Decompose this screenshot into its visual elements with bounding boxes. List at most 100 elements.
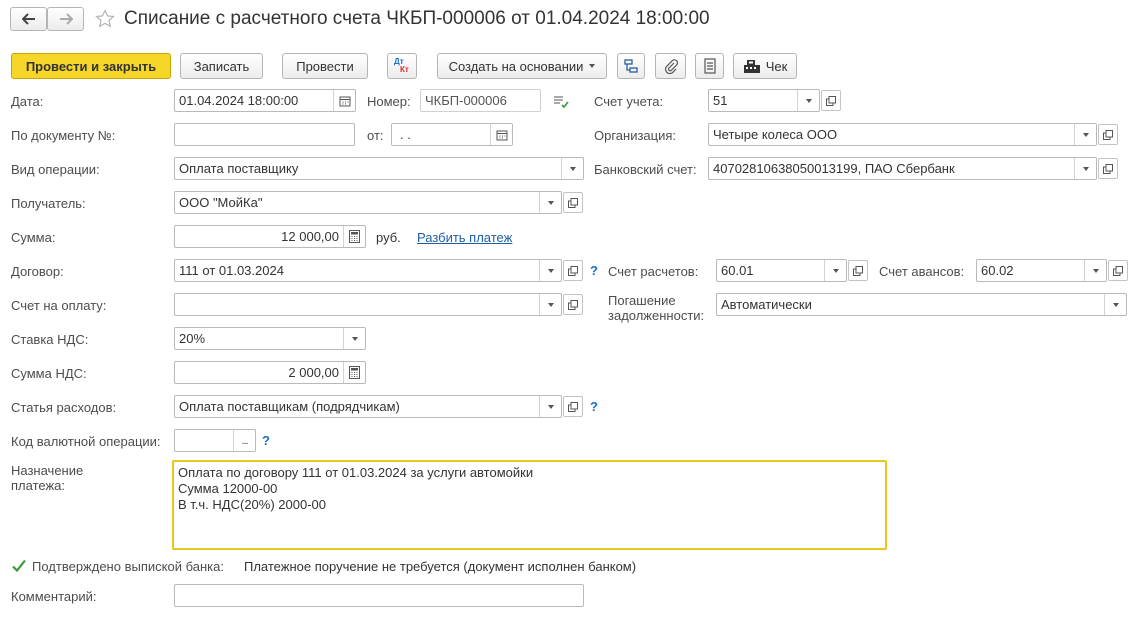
vat-amount-field[interactable]: 2 000,00 [174, 361, 366, 384]
debt-repayment-select[interactable]: Автоматически [716, 293, 1127, 316]
open-link-icon [1103, 129, 1113, 140]
chevron-down-icon[interactable] [1104, 294, 1126, 315]
bank-account-label: Банковский счет: [594, 162, 697, 177]
contract-help-icon[interactable]: ? [590, 263, 598, 278]
recipient-open-button[interactable] [563, 192, 583, 213]
save-button[interactable]: Записать [180, 53, 263, 79]
comment-input[interactable] [174, 584, 584, 607]
invoice-open-button[interactable] [563, 294, 583, 315]
split-payment-link[interactable]: Разбить платеж [417, 230, 512, 245]
report-button[interactable] [695, 53, 724, 79]
doc-date-from-label: от: [367, 128, 384, 143]
advance-account-field[interactable]: 60.02 [976, 259, 1107, 282]
chevron-down-icon[interactable] [1074, 158, 1096, 179]
invoice-label: Счет на оплату: [11, 298, 107, 313]
open-link-icon [826, 95, 836, 106]
vat-rate-select[interactable]: 20% [174, 327, 366, 350]
advance-account-label: Счет авансов: [879, 264, 965, 279]
settlement-account-open-button[interactable] [848, 260, 868, 281]
account-open-button[interactable] [821, 90, 841, 111]
checkmark-icon [12, 559, 26, 573]
calendar-icon[interactable] [490, 124, 512, 145]
expense-item-field[interactable]: Оплата поставщикам (подрядчикам) [174, 395, 562, 418]
invoice-field[interactable] [174, 293, 562, 316]
amount-label: Сумма: [11, 230, 56, 245]
chevron-down-icon[interactable] [539, 396, 561, 417]
chevron-down-icon[interactable] [824, 260, 846, 281]
account-field[interactable]: 51 [708, 89, 820, 112]
window-title: Списание с расчетного счета ЧКБП-000006 … [124, 8, 710, 29]
currency-op-code-label: Код валютной операции: [11, 434, 161, 449]
account-label: Счет учета: [594, 94, 664, 109]
payment-order-note: Платежное поручение не требуется (докуме… [244, 559, 637, 574]
bank-account-open-button[interactable] [1098, 158, 1118, 179]
receipt-button[interactable]: Чек [733, 53, 797, 79]
advance-account-open-button[interactable] [1108, 260, 1128, 281]
arrow-right-icon [59, 13, 73, 25]
payment-purpose-line: Оплата по договору 111 от 01.03.2024 за … [178, 465, 534, 480]
chevron-down-icon [589, 64, 596, 68]
chevron-down-icon[interactable] [539, 260, 561, 281]
chevron-down-icon[interactable] [561, 158, 583, 179]
contract-open-button[interactable] [563, 260, 583, 281]
chevron-down-icon[interactable] [1084, 260, 1106, 281]
organization-open-button[interactable] [1098, 124, 1118, 145]
attach-button[interactable] [655, 53, 686, 79]
currency-op-help-icon[interactable]: ? [262, 433, 270, 448]
doc-number-input[interactable] [174, 123, 355, 146]
create-based-on-button[interactable]: Создать на основании [437, 53, 607, 79]
hierarchy-icon [624, 59, 638, 73]
paperclip-icon [664, 59, 678, 74]
post-button[interactable]: Провести [282, 53, 368, 79]
expense-help-icon[interactable]: ? [590, 399, 598, 414]
settlement-account-field[interactable]: 60.01 [716, 259, 847, 282]
comment-label: Комментарий: [11, 589, 97, 604]
bank-account-field[interactable]: 40702810638050013199, ПАО Сбербанк [708, 157, 1097, 180]
payment-purpose-line: Сумма 12000-00 [178, 481, 278, 496]
calculator-icon[interactable] [343, 362, 365, 383]
amount-field[interactable]: 12 000,00 [174, 225, 366, 248]
back-button[interactable] [10, 7, 47, 31]
payment-purpose-textarea[interactable]: Оплата по договору 111 от 01.03.2024 за … [172, 460, 887, 550]
bank-confirmed-checkbox[interactable] [11, 558, 27, 574]
doc-number-label: По документу №: [11, 128, 116, 143]
expense-item-label: Статья расходов: [11, 400, 117, 415]
document-list-icon [703, 58, 716, 74]
currency-op-code-field[interactable]: ... [174, 429, 256, 452]
expense-item-open-button[interactable] [563, 396, 583, 417]
post-and-close-button[interactable]: Провести и закрыть [11, 53, 171, 79]
edit-number-icon[interactable] [553, 95, 569, 112]
number-field[interactable]: ЧКБП-000006 [420, 89, 541, 112]
doc-date-field[interactable]: . . [391, 123, 513, 146]
contract-label: Договор: [11, 264, 64, 279]
structure-button[interactable] [617, 53, 645, 79]
operation-type-select[interactable]: Оплата поставщику [174, 157, 584, 180]
arrow-left-icon [21, 13, 35, 25]
currency-label: руб. [376, 230, 401, 245]
calculator-icon[interactable] [343, 226, 365, 247]
calendar-icon[interactable] [333, 90, 355, 111]
debt-repayment-label-line1: Погашение [608, 293, 676, 308]
date-field[interactable]: 01.04.2024 18:00:00 [174, 89, 356, 112]
settlement-account-label: Счет расчетов: [608, 264, 699, 279]
open-link-icon [853, 265, 863, 276]
forward-button[interactable] [47, 7, 84, 31]
favorite-star-icon[interactable] [95, 9, 115, 32]
open-link-icon [1103, 163, 1113, 174]
chevron-down-icon[interactable] [1074, 124, 1096, 145]
organization-field[interactable]: Четыре колеса ООО [708, 123, 1097, 146]
chevron-down-icon[interactable] [539, 192, 561, 213]
ellipsis-icon[interactable]: ... [233, 430, 255, 451]
vat-amount-label: Сумма НДС: [11, 366, 87, 381]
chevron-down-icon[interactable] [797, 90, 819, 111]
chevron-down-icon[interactable] [539, 294, 561, 315]
bank-confirmed-label[interactable]: Подтверждено выпиской банка: [32, 559, 224, 574]
contract-field[interactable]: 111 от 01.03.2024 [174, 259, 562, 282]
recipient-label: Получатель: [11, 196, 86, 211]
open-link-icon [568, 197, 578, 208]
open-link-icon [1113, 265, 1123, 276]
chevron-down-icon[interactable] [343, 328, 365, 349]
dt-kt-button[interactable]: Дт Кт [387, 53, 417, 79]
debt-repayment-label-line2: задолженности: [608, 308, 705, 323]
recipient-field[interactable]: ООО "МойКа" [174, 191, 562, 214]
